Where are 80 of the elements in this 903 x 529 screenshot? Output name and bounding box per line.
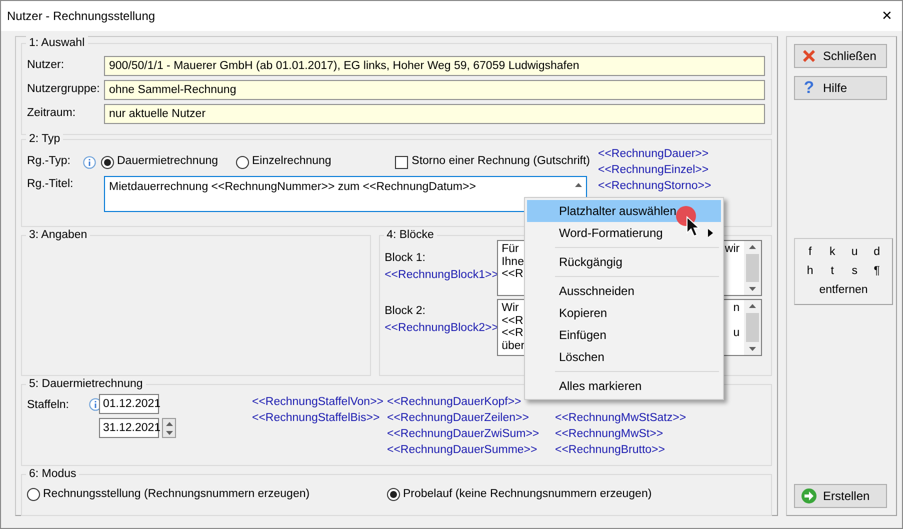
menu-item[interactable]: Ausschneiden xyxy=(527,280,721,302)
date-field[interactable]: 01.12.2021 xyxy=(99,394,159,414)
scroll-down-arrow-icon xyxy=(748,287,756,291)
placeholder-link[interactable]: <<RechnungBrutto>> xyxy=(555,442,755,458)
menu-item[interactable]: Word-Formatierung xyxy=(527,222,721,244)
section-title: 2: Typ xyxy=(26,132,64,146)
menu-item[interactable]: Platzhalter auswählen xyxy=(527,200,721,222)
date-field[interactable]: 31.12.2021 xyxy=(99,418,159,438)
text-line: wir xyxy=(724,243,740,256)
format-key[interactable]: t xyxy=(821,264,844,279)
radio-button[interactable]: Einzelrechnung xyxy=(236,153,332,171)
menu-item[interactable]: Kopieren xyxy=(527,302,721,324)
up-arrow-icon xyxy=(166,422,172,426)
checkbox[interactable]: Storno einer Rechnung (Gutschrift) xyxy=(394,153,590,171)
placeholder-link[interactable]: <<RechnungDauer>> xyxy=(598,146,712,162)
text-line: Wir xyxy=(502,302,519,314)
x-icon xyxy=(801,48,817,64)
input-field[interactable]: 900/50/1/1 - Mauerer GmbH (ab 01.01.2017), EG links, Hoher Weg 59, 67059 Ludwigshafen xyxy=(104,56,765,76)
field-label: Nutzergruppe: xyxy=(27,82,101,98)
placeholder-link[interactable]: <<RechnungBlock2>> xyxy=(384,320,497,336)
radio-button[interactable]: Probelauf (keine Rechnungsnummern erzeugen) xyxy=(387,486,652,504)
text-line: <<R xyxy=(502,314,524,327)
section-title: 5: Dauermietrechnung xyxy=(26,377,146,391)
field-label: Rg.-Typ: xyxy=(27,154,72,170)
info-icon xyxy=(83,156,96,168)
placeholder-link[interactable]: <<RechnungMwSt>> xyxy=(555,426,755,442)
text-line: Für xyxy=(502,243,519,256)
field-label: Staffeln: xyxy=(27,398,70,413)
close-button[interactable]: ✕ xyxy=(872,6,902,26)
scrollbar[interactable] xyxy=(744,241,761,295)
placeholder-link[interactable]: <<RechnungMwStSatz>> xyxy=(555,410,755,426)
text-line: u xyxy=(733,327,740,340)
scroll-down-arrow-icon xyxy=(748,347,756,351)
placeholder-link[interactable]: <<RechnungDauerZeilen>> xyxy=(387,410,555,426)
placeholder-link[interactable]: <<RechnungStaffelVon>> xyxy=(252,394,387,410)
format-key[interactable]: f xyxy=(799,245,822,260)
placeholder-link[interactable]: <<RechnungDauerZwiSum>> xyxy=(387,426,555,442)
format-key[interactable]: s xyxy=(844,264,866,279)
menu-item[interactable]: Rückgängig xyxy=(527,251,721,273)
format-key[interactable]: k xyxy=(821,245,844,260)
scroll-up-arrow-icon xyxy=(748,304,756,308)
placeholder-link[interactable]: <<RechnungStaffelBis>> xyxy=(252,410,387,426)
radio-button[interactable]: Dauermietrechnung xyxy=(101,153,218,171)
down-arrow-icon xyxy=(166,430,172,434)
button[interactable]: Schließen xyxy=(794,44,887,68)
field-label: Block 1: xyxy=(384,251,427,266)
scrollbar[interactable] xyxy=(744,300,761,355)
field-label: Rg.-Titel: xyxy=(27,177,74,192)
placeholder-link[interactable]: <<RechnungDauerSumme>> xyxy=(387,442,555,458)
format-key[interactable]: u xyxy=(844,245,866,260)
menu-item[interactable]: Alles markieren xyxy=(527,375,721,397)
placeholder-link[interactable]: <<RechnungStorno>> xyxy=(598,178,712,194)
help-icon: ? xyxy=(801,75,817,101)
menu-item[interactable]: Löschen xyxy=(527,346,721,368)
remove-format-button[interactable]: entfernen xyxy=(799,283,888,298)
button[interactable]: ? Hilfe xyxy=(794,76,887,100)
placeholder-link[interactable]: <<RechnungBlock1>> xyxy=(384,267,497,284)
text-line: <<R xyxy=(502,327,524,340)
text-line: n xyxy=(733,302,740,314)
menu-item[interactable]: Einfügen xyxy=(527,324,721,346)
scroll-up-arrow-icon xyxy=(748,245,756,249)
text-line: Ihne xyxy=(502,256,524,268)
scroll-up-arrow-icon xyxy=(575,183,582,187)
input-field[interactable]: nur aktuelle Nutzer xyxy=(104,104,765,124)
input-field[interactable]: ohne Sammel-Rechnung xyxy=(104,80,765,100)
format-key[interactable]: ¶ xyxy=(866,264,888,279)
field-label: Block 2: xyxy=(384,304,427,319)
spin-button[interactable] xyxy=(162,418,176,438)
field-label: Zeitraum: xyxy=(27,106,77,122)
text-line: <<R xyxy=(502,268,524,280)
field-label: Nutzer: xyxy=(27,58,66,74)
placeholder-link[interactable]: <<RechnungEinzel>> xyxy=(598,162,712,178)
create-button[interactable]: Erstellen xyxy=(794,484,887,508)
format-key[interactable]: h xyxy=(799,264,822,279)
window-title: Nutzer - Rechnungsstellung xyxy=(7,8,156,25)
radio-button[interactable]: Rechnungsstellung (Rechnungsnummern erzeugen) xyxy=(27,486,387,504)
section-title: 3: Angaben xyxy=(26,228,90,242)
placeholder-link[interactable]: <<RechnungDauerKopf>> xyxy=(387,394,555,410)
text-line: über xyxy=(502,340,525,352)
format-key[interactable]: d xyxy=(866,245,888,260)
